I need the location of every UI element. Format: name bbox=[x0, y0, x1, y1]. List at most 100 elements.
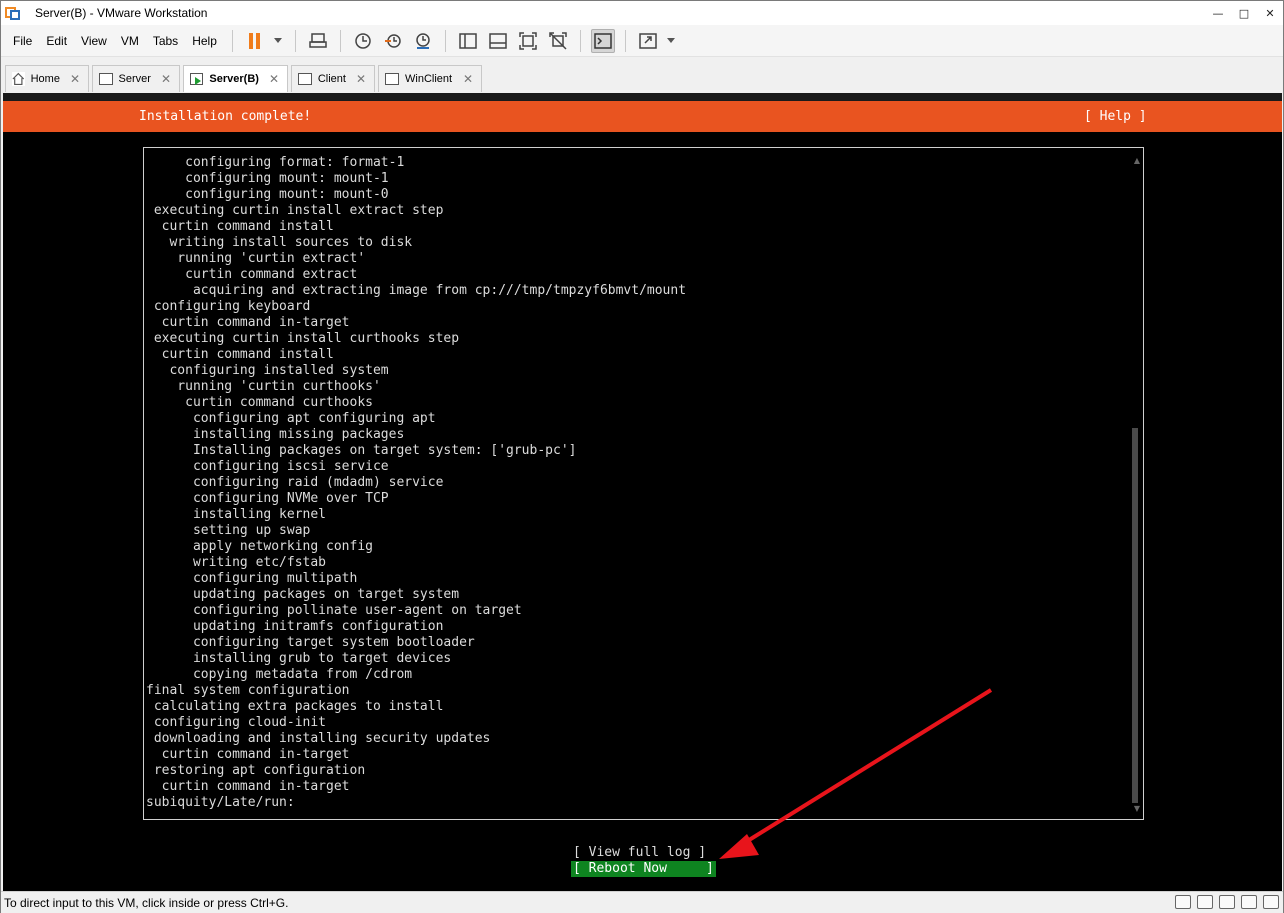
log-line: updating initramfs configuration bbox=[146, 619, 444, 634]
scrollbar-thumb[interactable] bbox=[1132, 428, 1138, 803]
menu-file[interactable]: File bbox=[7, 34, 38, 48]
close-tab-icon[interactable]: ✕ bbox=[60, 72, 80, 86]
close-tab-icon[interactable]: ✕ bbox=[259, 72, 279, 86]
toolbar-separator bbox=[624, 29, 626, 52]
snapshot-icon bbox=[355, 32, 371, 49]
toolbar-separator bbox=[294, 29, 296, 52]
view-full-log-button[interactable]: [ View full log ] bbox=[573, 845, 706, 861]
log-line: copying metadata from /cdrom bbox=[146, 667, 413, 682]
window-title: Server(B) - VMware Workstation bbox=[35, 6, 208, 20]
close-tab-icon[interactable]: ✕ bbox=[151, 72, 171, 86]
tab-label: Home bbox=[30, 73, 60, 85]
help-button[interactable]: [ Help ] bbox=[1084, 109, 1147, 124]
log-line: configuring iscsi service bbox=[146, 459, 389, 474]
menu-vm[interactable]: VM bbox=[115, 34, 145, 48]
log-line: running 'curtin curthooks' bbox=[146, 379, 381, 394]
tab-label: Server bbox=[118, 73, 151, 85]
log-line: apply networking config bbox=[146, 539, 373, 554]
log-line: running 'curtin extract' bbox=[146, 251, 366, 266]
tab-winclient[interactable]: WinClient ✕ bbox=[378, 65, 482, 92]
log-line: subiquity/Late/run: bbox=[146, 795, 295, 810]
vmware-logo-icon bbox=[5, 5, 21, 21]
tab-client[interactable]: Client ✕ bbox=[291, 65, 375, 92]
log-line: acquiring and extracting image from cp:/… bbox=[146, 283, 687, 298]
home-icon bbox=[12, 72, 25, 86]
pause-button[interactable] bbox=[243, 29, 267, 53]
log-line: setting up swap bbox=[146, 523, 311, 538]
log-line: updating packages on target system bbox=[146, 587, 460, 602]
pause-icon bbox=[249, 32, 261, 49]
maximize-button[interactable]: □ bbox=[1231, 1, 1257, 25]
close-tab-icon[interactable]: ✕ bbox=[346, 72, 366, 86]
log-line: configuring format: format-1 bbox=[146, 155, 405, 170]
log-line: executing curtin install curthooks step bbox=[146, 331, 460, 346]
running-vm-icon bbox=[190, 73, 204, 85]
console-view-icon bbox=[594, 32, 612, 49]
send-ctrl-alt-del-button[interactable] bbox=[306, 29, 330, 53]
minimize-button[interactable]: — bbox=[1205, 1, 1231, 25]
snapshot-manager-icon bbox=[416, 32, 430, 49]
unity-icon bbox=[549, 31, 567, 50]
scroll-up-icon[interactable]: ▲ bbox=[1134, 156, 1140, 165]
log-line: configuring raid (mdadm) service bbox=[146, 475, 444, 490]
console-top-strip bbox=[3, 93, 1282, 101]
full-screen-button[interactable] bbox=[516, 29, 540, 53]
log-line: curtin command install bbox=[146, 219, 334, 234]
message-log-icon[interactable] bbox=[1263, 895, 1279, 909]
usb-controller-icon[interactable] bbox=[1219, 895, 1235, 909]
stretch-guest-button[interactable] bbox=[636, 29, 660, 53]
tab-server-b[interactable]: Server(B) ✕ bbox=[183, 65, 288, 92]
close-window-button[interactable]: ✕ bbox=[1257, 1, 1283, 25]
display-icon[interactable] bbox=[1241, 895, 1257, 909]
log-line: curtin command extract bbox=[146, 267, 358, 282]
show-library-icon bbox=[459, 32, 477, 49]
log-line: configuring installed system bbox=[146, 363, 389, 378]
log-line: curtin command in-target bbox=[146, 779, 350, 794]
send-ctrl-alt-del-icon bbox=[309, 32, 327, 48]
reboot-now-button[interactable]: [ Reboot Now ] bbox=[571, 861, 716, 877]
log-line: writing etc/fstab bbox=[146, 555, 327, 570]
full-screen-icon bbox=[519, 31, 537, 50]
close-tab-icon[interactable]: ✕ bbox=[453, 72, 473, 86]
vm-icon bbox=[99, 73, 113, 85]
snapshot-manager-button[interactable] bbox=[411, 29, 435, 53]
menu-view[interactable]: View bbox=[75, 34, 113, 48]
revert-snapshot-button[interactable] bbox=[381, 29, 405, 53]
status-bar: To direct input to this VM, click inside… bbox=[1, 891, 1283, 913]
log-line: calculating extra packages to install bbox=[146, 699, 444, 714]
take-snapshot-button[interactable] bbox=[351, 29, 375, 53]
thumbnail-bar-button[interactable] bbox=[486, 29, 510, 53]
log-line: installing kernel bbox=[146, 507, 327, 522]
tab-server[interactable]: Server ✕ bbox=[92, 65, 180, 92]
vm-icon bbox=[298, 73, 312, 85]
log-line: configuring pollinate user-agent on targ… bbox=[146, 603, 522, 618]
title-bar: Server(B) - VMware Workstation — □ ✕ bbox=[1, 1, 1283, 25]
toolbar-separator bbox=[444, 29, 446, 52]
log-line: final system configuration bbox=[146, 683, 350, 698]
menu-edit[interactable]: Edit bbox=[40, 34, 73, 48]
stretch-dropdown-caret-icon[interactable] bbox=[666, 38, 675, 43]
tab-label: WinClient bbox=[405, 73, 453, 85]
vm-console-screen[interactable]: Installation complete! [ Help ] configur… bbox=[3, 93, 1282, 891]
menu-tabs[interactable]: Tabs bbox=[147, 34, 184, 48]
vm-tab-bar: Home ✕ Server ✕ Server(B) ✕ Client ✕ Win… bbox=[1, 58, 1283, 93]
log-line: downloading and installing security upda… bbox=[146, 731, 491, 746]
log-line: configuring NVMe over TCP bbox=[146, 491, 389, 506]
log-line: configuring mount: mount-1 bbox=[146, 171, 389, 186]
tab-home[interactable]: Home ✕ bbox=[5, 65, 89, 92]
install-log-box[interactable]: configuring format: format-1 configuring… bbox=[143, 147, 1144, 820]
log-line: configuring keyboard bbox=[146, 299, 311, 314]
thumbnail-bar-icon bbox=[489, 32, 507, 49]
network-adapter-icon[interactable] bbox=[1197, 895, 1213, 909]
log-line: curtin command in-target bbox=[146, 315, 350, 330]
toolbar-separator bbox=[339, 29, 341, 52]
menu-help[interactable]: Help bbox=[186, 34, 223, 48]
show-library-button[interactable] bbox=[456, 29, 480, 53]
log-line: configuring multipath bbox=[146, 571, 358, 586]
unity-button[interactable] bbox=[546, 29, 570, 53]
revert-snapshot-icon bbox=[384, 33, 401, 48]
hard-disk-icon[interactable] bbox=[1175, 895, 1191, 909]
console-view-button[interactable] bbox=[590, 28, 615, 53]
scroll-down-icon[interactable]: ▼ bbox=[1134, 804, 1140, 813]
power-dropdown-caret-icon[interactable] bbox=[273, 38, 282, 43]
